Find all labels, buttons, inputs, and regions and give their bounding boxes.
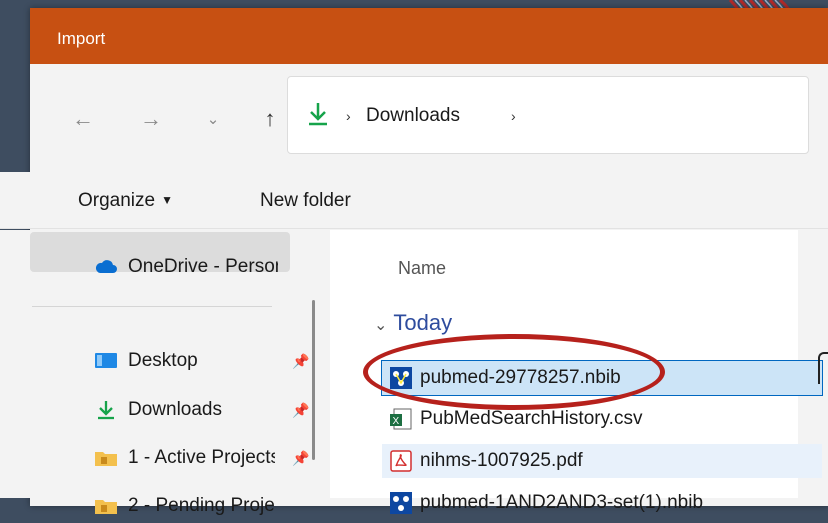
back-button[interactable]: ← [68, 104, 98, 134]
folder-icon [95, 452, 117, 466]
cursor-annotation [818, 352, 828, 384]
chevron-down-icon: ⌄ [206, 111, 220, 128]
forward-button[interactable]: → [136, 104, 166, 134]
new-folder-button[interactable]: New folder [260, 190, 351, 212]
pdf-file-icon [390, 450, 412, 472]
breadcrumb-downloads[interactable]: Downloads [366, 105, 460, 127]
recent-locations-button[interactable]: ⌄ [198, 104, 228, 134]
nbib-file-icon [390, 492, 412, 514]
caret-down-icon: ▼ [161, 193, 173, 207]
pin-icon[interactable]: 📌 [292, 402, 309, 419]
file-name: pubmed-1AND2AND3-set(1).nbib [420, 492, 704, 513]
file-row[interactable]: X PubMedSearchHistory.csv [382, 402, 822, 436]
desktop-icon [95, 353, 117, 368]
nav-scrollbar[interactable] [312, 300, 315, 460]
download-icon [309, 103, 327, 126]
arrow-left-icon: ← [72, 106, 94, 131]
group-label: Today [393, 310, 453, 335]
nav-item-onedrive[interactable]: OneDrive - Personal [94, 250, 278, 284]
nav-item-label: Downloads [128, 399, 222, 420]
nav-item-label: Desktop [128, 350, 198, 371]
svg-text:X: X [393, 416, 400, 427]
breadcrumb-separator-icon: › [346, 108, 351, 124]
address-bar[interactable]: › Downloads › [287, 76, 809, 154]
file-name: PubMedSearchHistory.csv [420, 408, 643, 429]
folder-icon [95, 500, 117, 514]
organize-button[interactable]: Organize ▼ [78, 190, 173, 212]
nav-item-desktop[interactable]: Desktop [94, 344, 198, 378]
highlight-ellipse-annotation [363, 334, 665, 410]
nav-divider [32, 306, 272, 307]
nav-item-pending-projects[interactable]: 2 - Pending Projects [94, 489, 275, 523]
file-row[interactable]: nihms-1007925.pdf [382, 444, 822, 478]
excel-file-icon: X [390, 408, 412, 430]
nav-item-downloads[interactable]: Downloads [94, 393, 222, 427]
arrow-right-icon: → [140, 106, 162, 131]
pin-icon[interactable]: 📌 [292, 353, 309, 370]
nav-item-label: 2 - Pending Projects [128, 495, 275, 516]
chevron-down-icon: ⌄ [374, 317, 388, 334]
column-header-name[interactable]: Name [398, 258, 446, 279]
arrow-up-icon: ↑ [264, 106, 276, 131]
group-header-today[interactable]: ⌄ Today [374, 310, 452, 336]
up-button[interactable]: ↑ [255, 104, 285, 134]
nav-item-label: 1 - Active Projects [128, 447, 275, 468]
file-row[interactable]: pubmed-1AND2AND3-set(1).nbib [382, 486, 822, 520]
title-bar[interactable]: Import [30, 8, 828, 64]
organize-label: Organize [78, 190, 156, 211]
nav-item-label: OneDrive - Personal [128, 256, 278, 277]
command-bar: Organize ▼ New folder [0, 172, 828, 229]
file-name: nihms-1007925.pdf [420, 450, 583, 471]
window-title: Import [57, 29, 106, 48]
breadcrumb-expand-icon[interactable]: › [511, 108, 516, 124]
download-icon [98, 401, 114, 420]
pin-icon[interactable]: 📌 [292, 450, 309, 467]
nav-item-active-projects[interactable]: 1 - Active Projects [94, 441, 275, 475]
cloud-icon [95, 260, 117, 273]
